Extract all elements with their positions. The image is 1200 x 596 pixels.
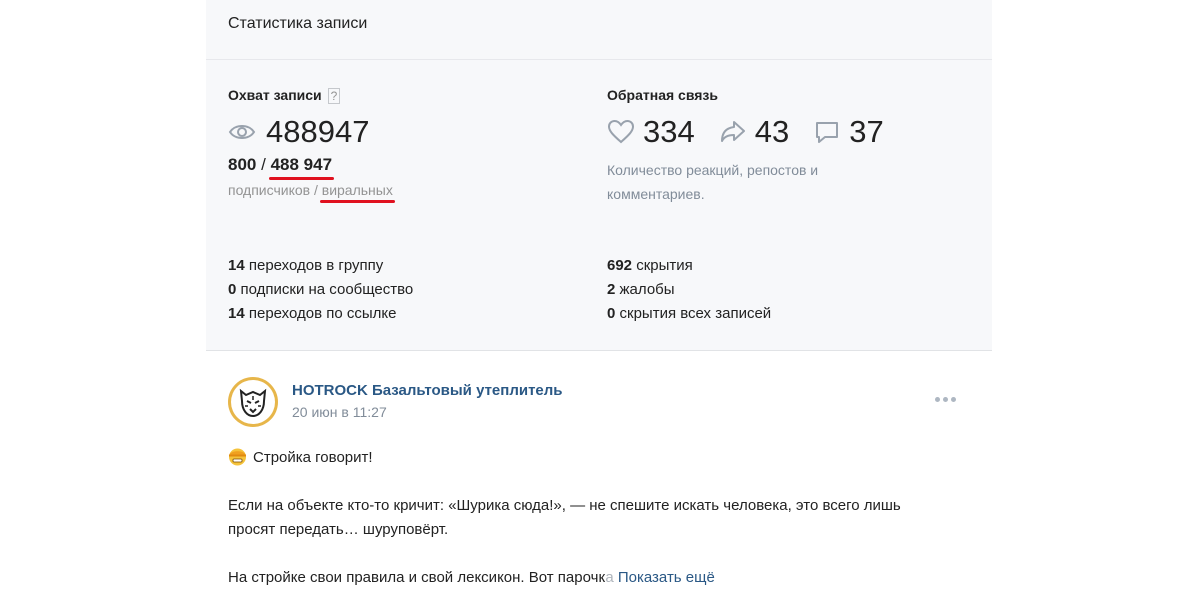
list-item: 0 подписки на сообщество bbox=[228, 281, 414, 298]
viral-label: виральных bbox=[319, 182, 395, 203]
stats-header: Статистика записи bbox=[206, 0, 992, 60]
viral-count: 488 947 bbox=[268, 155, 335, 180]
comments-metric: 37 bbox=[813, 114, 884, 150]
ratio-separator: / bbox=[261, 155, 266, 174]
feedback-description: Количество реакций, репостов и комментар… bbox=[607, 162, 819, 202]
post-text-line: На стройке свои правила и свой лексикон.… bbox=[228, 569, 715, 586]
post-preview: HOTROCK Базальтовый утеплитель 20 июн в … bbox=[206, 351, 992, 596]
list-item: 14 переходов по ссылке bbox=[228, 305, 397, 322]
post-date-link[interactable]: 20 июн в 11:27 bbox=[292, 404, 387, 420]
tiger-logo-icon bbox=[231, 380, 275, 424]
builder-emoji-icon bbox=[228, 447, 247, 466]
views-row: 488947 bbox=[228, 112, 369, 152]
likes-count: 334 bbox=[643, 114, 695, 149]
page-title: Статистика записи bbox=[228, 15, 368, 32]
reach-ratio: 800 / 488 947 bbox=[228, 155, 335, 180]
reposts-count: 43 bbox=[754, 114, 790, 149]
reach-stats-list: 14 переходов в группу 0 подписки на сооб… bbox=[228, 254, 413, 326]
reposts-metric: 43 bbox=[719, 114, 789, 150]
eye-icon bbox=[228, 122, 256, 142]
post-text-line: просят передать… шуруповёрт. bbox=[228, 521, 449, 538]
feedback-row: 334 43 37 bbox=[607, 112, 908, 152]
share-arrow-icon bbox=[719, 119, 747, 145]
likes-metric: 334 bbox=[607, 114, 695, 150]
reach-title: Охват записи? bbox=[228, 87, 341, 104]
list-item: 0 скрытия всех записей bbox=[607, 305, 772, 322]
more-options-icon[interactable] bbox=[935, 397, 956, 402]
reach-ratio-labels: подписчиков / виральных bbox=[228, 182, 395, 203]
list-item: 692 скрытия bbox=[607, 257, 693, 274]
reach-title-label: Охват записи bbox=[228, 87, 322, 103]
red-underline bbox=[319, 200, 395, 203]
post-stats-panel: Статистика записи Охват записи? 488947 8… bbox=[206, 0, 992, 596]
heart-icon bbox=[607, 119, 635, 145]
list-item: 14 переходов в группу bbox=[228, 257, 384, 274]
stats-section: Охват записи? 488947 800 / 488 947 подпи… bbox=[206, 60, 992, 351]
subscribers-count: 800 bbox=[228, 155, 257, 174]
red-underline bbox=[268, 177, 335, 180]
comments-count: 37 bbox=[849, 114, 884, 149]
post-author-link[interactable]: HOTROCK Базальтовый утеплитель bbox=[292, 382, 563, 399]
help-icon[interactable]: ? bbox=[327, 87, 341, 104]
subscribers-label: подписчиков bbox=[228, 182, 311, 198]
list-item: 2 жалобы bbox=[607, 281, 675, 298]
ratio-label-separator: / bbox=[313, 182, 318, 198]
avatar[interactable] bbox=[228, 377, 278, 427]
feedback-stats-list: 692 скрытия 2 жалобы 0 скрытия всех запи… bbox=[607, 254, 771, 326]
feedback-title: Обратная связь bbox=[607, 87, 718, 103]
show-more-link[interactable]: Показать ещё bbox=[618, 569, 715, 586]
post-text-line: Стройка говорит! bbox=[228, 446, 373, 470]
views-count: 488947 bbox=[266, 114, 370, 149]
comment-icon bbox=[813, 119, 841, 145]
post-text-line: Если на объекте кто-то кричит: «Шурика с… bbox=[228, 497, 901, 514]
